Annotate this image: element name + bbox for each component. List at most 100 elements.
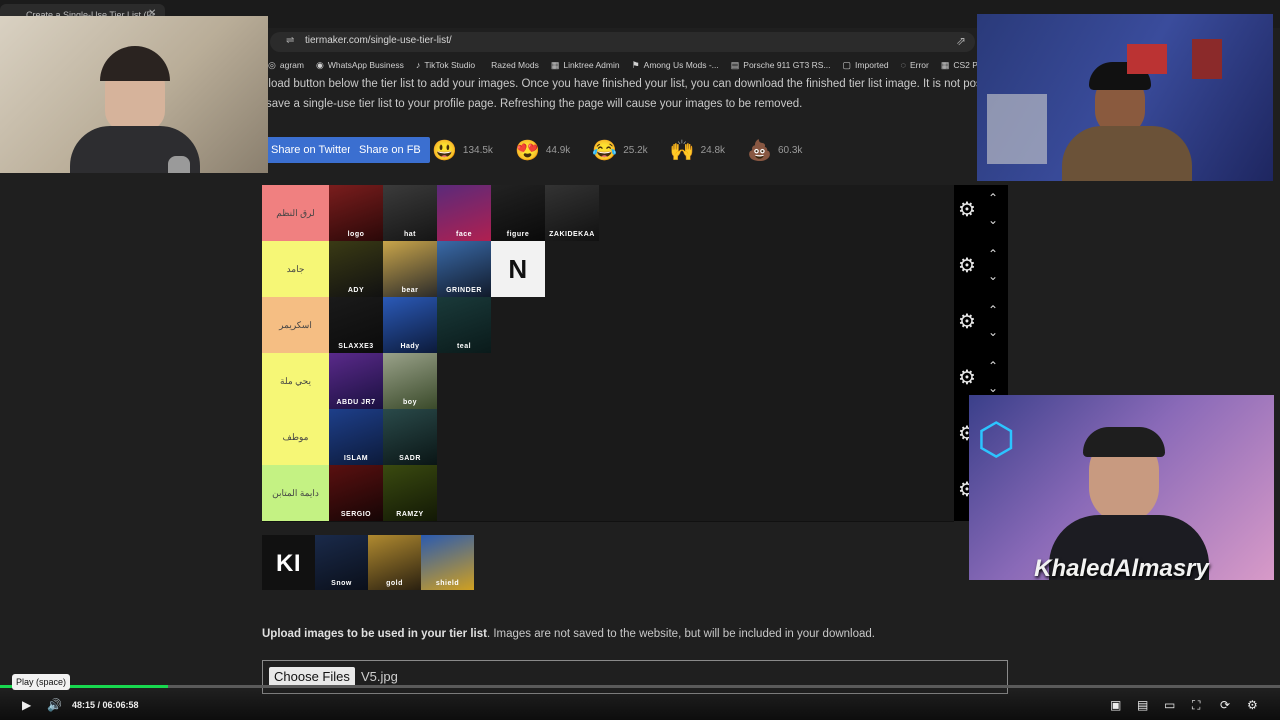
pool-image[interactable]: KI — [262, 535, 315, 590]
tier-label[interactable]: يحي ملة — [262, 353, 329, 409]
gear-icon[interactable]: ⚙ — [958, 200, 976, 220]
reaction-count: 25.2k — [623, 145, 648, 156]
tier-image[interactable]: SERGIO — [329, 465, 383, 521]
tier-image[interactable]: bear — [383, 241, 437, 297]
pool-image-caption: Snow — [331, 580, 352, 587]
tier-label[interactable]: دايمة المتابن — [262, 465, 329, 521]
bookmark-label: Razed Mods — [491, 60, 539, 70]
player-controls — [0, 690, 1280, 720]
pool-image[interactable]: shield — [421, 535, 474, 590]
tier-image-caption: N — [508, 254, 528, 284]
tier-image[interactable]: face — [437, 185, 491, 241]
upload-label-bold: Upload images to be used in your tier li… — [262, 628, 487, 640]
tier-image-caption: ISLAM — [343, 455, 369, 462]
tier-image-caption: face — [455, 231, 472, 238]
tier-image[interactable]: ZAKIDEKAA — [545, 185, 599, 241]
bookmark-icon: ▢ — [842, 59, 852, 70]
tier-image-caption: Hady — [400, 343, 420, 350]
reaction-poop[interactable]: 💩 60.3k — [747, 138, 802, 163]
clip-icon[interactable]: ▤ — [1137, 698, 1148, 712]
chevron-down-icon[interactable]: ⌄ — [988, 381, 998, 395]
volume-icon[interactable]: 🔊 — [47, 698, 62, 712]
time-display: 48:15 / 06:06:58 — [72, 700, 139, 710]
tier-image[interactable]: logo — [329, 185, 383, 241]
tier-label[interactable]: اسكريمر — [262, 297, 329, 353]
tier-label[interactable]: لرق النظم — [262, 185, 329, 241]
chevron-down-icon[interactable]: ⌄ — [988, 269, 998, 283]
bookmark-icon: ▦ — [550, 59, 560, 70]
chevron-down-icon[interactable]: ⌄ — [988, 213, 998, 227]
share-fb-button[interactable]: Share on FB — [350, 137, 430, 163]
reaction-count: 60.3k — [777, 145, 803, 156]
tier-image[interactable]: boy — [383, 353, 437, 409]
reaction-raised-hands[interactable]: 🙌 24.8k — [670, 138, 725, 163]
chevron-up-icon[interactable]: ⌃ — [988, 191, 998, 205]
tier-image[interactable]: SLAXXE3 — [329, 297, 383, 353]
share-page-icon[interactable]: ⇗ — [956, 34, 966, 48]
tier-label[interactable]: موطف — [262, 409, 329, 465]
tier-image-caption: SADR — [399, 455, 421, 462]
bookmark-label: agram — [279, 60, 304, 70]
tier-image[interactable]: figure — [491, 185, 545, 241]
progress-bar[interactable] — [0, 685, 1280, 688]
gear-icon[interactable]: ⚙ — [958, 312, 976, 332]
tier-image[interactable]: RAMZY — [383, 465, 437, 521]
bookmark-item[interactable]: ♪ TikTok Studio — [416, 57, 475, 73]
chevron-up-icon[interactable]: ⌃ — [988, 247, 998, 261]
tier-image-caption: boy — [403, 399, 417, 406]
bookmark-item[interactable]: ▢ Imported — [843, 57, 889, 73]
bookmark-label: WhatsApp Business — [327, 60, 404, 70]
bookmark-item[interactable]: ◉ WhatsApp Business — [316, 57, 404, 73]
bookmark-item[interactable]: ▦CS2 Privat — [941, 57, 980, 73]
bookmark-item[interactable]: ◎ agram — [268, 57, 304, 73]
chevron-down-icon[interactable]: ⌄ — [988, 325, 998, 339]
pool-image[interactable]: gold — [368, 535, 421, 590]
tier-image-caption: ZAKIDEKAA — [549, 231, 595, 238]
gear-icon[interactable]: ⚙ — [958, 256, 976, 276]
tier-image[interactable]: ADY — [329, 241, 383, 297]
reaction-laughing[interactable]: 😂 25.2k — [592, 138, 647, 163]
play-icon[interactable]: ▶ — [22, 698, 31, 712]
pool-image[interactable]: Snow — [315, 535, 368, 590]
tier-image[interactable]: hat — [383, 185, 437, 241]
site-info-icon[interactable]: ⇌ — [286, 35, 294, 46]
tier-image-caption: GRINDER — [446, 287, 482, 294]
miniplayer-icon[interactable]: ▣ — [1110, 698, 1121, 712]
fullscreen-icon[interactable]: ⛶ — [1192, 698, 1200, 713]
bookmark-item[interactable]: ▤ Porsche 911 GT3 RS... — [731, 57, 831, 73]
streamer-name: KhaledAlmasry — [1034, 555, 1209, 580]
webcam-streamer: ⬡ KhaledAlmasry — [969, 395, 1274, 580]
chevron-up-icon[interactable]: ⌃ — [988, 303, 998, 317]
tier-image[interactable]: GRINDER — [437, 241, 491, 297]
gear-icon[interactable]: ⚙ — [958, 368, 976, 388]
tier-image-caption: teal — [456, 343, 472, 350]
bookmark-item[interactable]: Razed Mods — [487, 57, 539, 73]
reaction-heart-eyes[interactable]: 😍 44.9k — [515, 138, 570, 163]
url-text[interactable]: tiermaker.com/single-use-tier-list/ — [305, 35, 452, 46]
bookmark-item[interactable]: ▦ Linktree Admin — [551, 57, 620, 73]
theater-mode-icon[interactable]: ▭ — [1164, 698, 1175, 712]
settings-gear-icon[interactable]: ⚙ — [1247, 698, 1258, 712]
reaction-smile[interactable]: 😃 134.5k — [432, 138, 493, 163]
bookmark-item[interactable]: ◌ Error — [901, 57, 929, 73]
tier-image[interactable]: ABDU JR7 — [329, 353, 383, 409]
tier-image[interactable]: Hady — [383, 297, 437, 353]
webcam-right-top — [977, 14, 1273, 181]
autoplay-icon[interactable]: ⟳ — [1220, 698, 1230, 712]
share-twitter-button[interactable]: Share on Twitter — [262, 137, 360, 163]
bookmark-item[interactable]: ⚑ Among Us Mods -... — [632, 57, 719, 73]
raised-hands-icon: 🙌 — [669, 140, 695, 162]
choose-files-button[interactable]: Choose Files — [269, 667, 355, 687]
tier-image-caption: RAMZY — [396, 511, 424, 518]
tier-image[interactable]: SADR — [383, 409, 437, 465]
bookmark-icon: ◉ — [315, 59, 324, 70]
intro-text-line1: pload button below the tier list to add … — [262, 78, 982, 90]
bookmark-label: Linktree Admin — [563, 60, 620, 70]
tier-image[interactable]: ISLAM — [329, 409, 383, 465]
chevron-up-icon[interactable]: ⌃ — [988, 359, 998, 373]
pool-image-caption: KI — [276, 550, 301, 577]
tier-image[interactable]: teal — [437, 297, 491, 353]
reaction-count: 24.8k — [700, 145, 726, 156]
tier-image[interactable]: N — [491, 241, 545, 297]
tier-label[interactable]: جامد — [262, 241, 329, 297]
